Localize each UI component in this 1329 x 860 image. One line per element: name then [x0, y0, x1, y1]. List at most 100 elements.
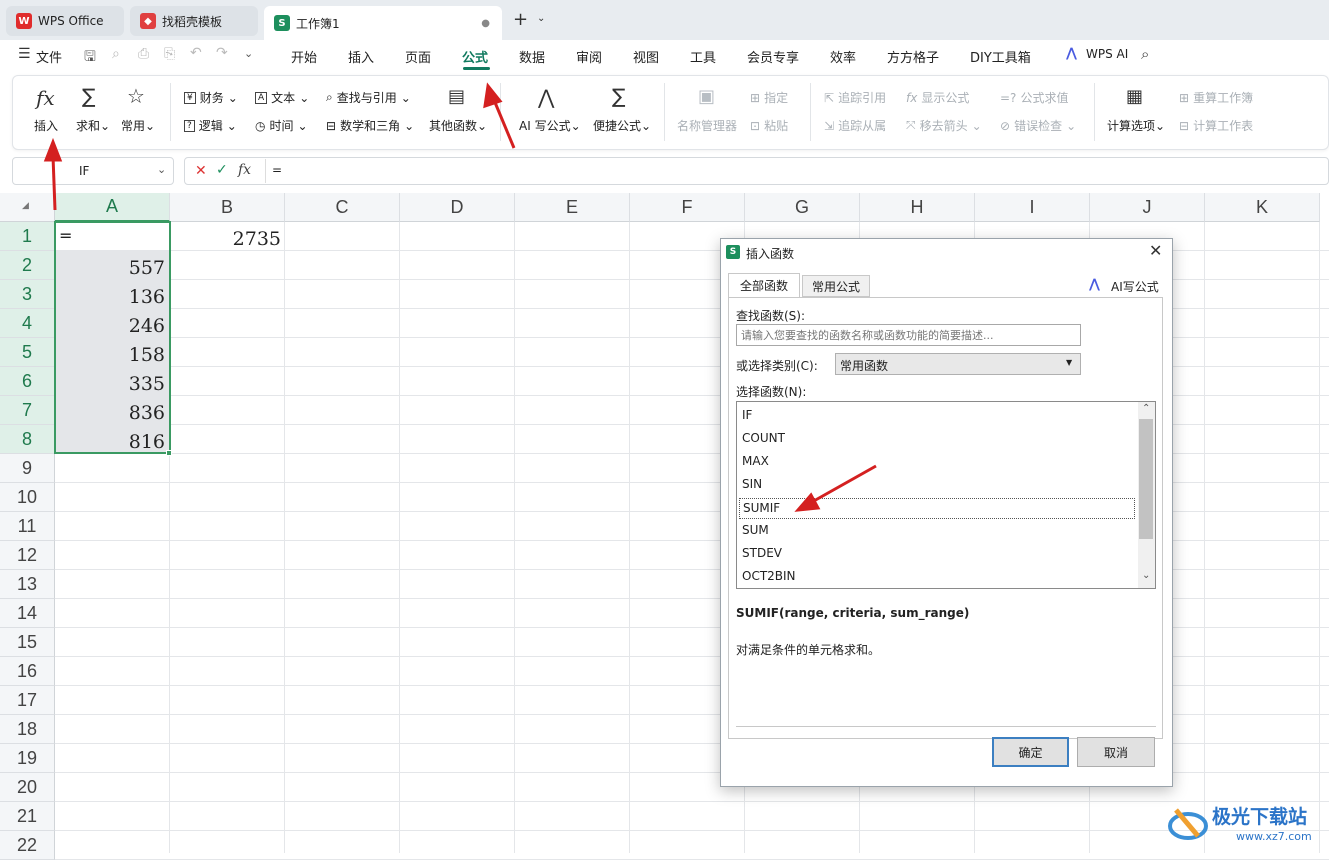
row-header-18[interactable]: 18	[0, 715, 55, 744]
ribbon-show-formula-button[interactable]: fx 显示公式	[906, 89, 969, 106]
row-header-3[interactable]: 3	[0, 280, 55, 309]
formula-content[interactable]: =	[272, 163, 282, 177]
column-header-c[interactable]: C	[285, 193, 400, 222]
menu-data[interactable]: 数据	[519, 47, 545, 66]
ribbon-text-button[interactable]: A 文本 ⌄	[255, 89, 309, 106]
name-box-chevron-icon[interactable]: ⌄	[157, 163, 166, 176]
function-item-sumif[interactable]: SUMIF	[739, 498, 1135, 519]
function-item-sum[interactable]: SUM	[739, 521, 1135, 542]
ribbon-time-button[interactable]: ◷ 时间 ⌄	[255, 117, 308, 134]
cell-a1[interactable]: =	[59, 226, 72, 245]
fx-icon[interactable]: fx	[238, 162, 251, 178]
cell-a6[interactable]: 335	[56, 373, 165, 395]
row-header-19[interactable]: 19	[0, 744, 55, 773]
row-header-11[interactable]: 11	[0, 512, 55, 541]
tab-wps-office[interactable]: W WPS Office	[6, 6, 124, 36]
row-header-2[interactable]: 2	[0, 251, 55, 280]
column-header-f[interactable]: F	[630, 193, 745, 222]
ribbon-assign-button[interactable]: ⊞ 指定	[750, 89, 788, 106]
ribbon-trace-precedents-button[interactable]: ⇱ 追踪引用	[824, 89, 886, 106]
category-select[interactable]: 常用函数 ▼	[835, 353, 1081, 375]
row-header-9[interactable]: 9	[0, 454, 55, 483]
menu-formula[interactable]: 公式	[462, 47, 488, 66]
cancel-x-icon[interactable]: ✕	[195, 163, 207, 179]
calc-options-icon[interactable]: ▦	[1126, 86, 1143, 107]
ribbon-common-label[interactable]: 常用⌄	[121, 117, 155, 134]
star-common-icon[interactable]: ☆	[127, 84, 145, 108]
column-header-i[interactable]: I	[975, 193, 1090, 222]
menu-efficiency[interactable]: 效率	[830, 47, 856, 66]
function-listbox[interactable]: IF COUNT MAX SIN SUMIF SUM STDEV OCT2BIN ⌃ ⌄	[736, 401, 1156, 589]
redo-icon[interactable]: ↷	[216, 45, 228, 61]
menu-file[interactable]: 文件	[36, 47, 62, 66]
row-header-4[interactable]: 4	[0, 309, 55, 338]
menu-home[interactable]: 开始	[291, 47, 317, 66]
column-header-d[interactable]: D	[400, 193, 515, 222]
function-item-max[interactable]: MAX	[739, 452, 1135, 473]
menu-wps-ai[interactable]: WPS AI	[1086, 47, 1128, 61]
ribbon-remove-arrows-button[interactable]: ⤧ 移去箭头 ⌄	[906, 117, 982, 134]
ribbon-sum-label[interactable]: 求和⌄	[76, 117, 110, 134]
print-icon[interactable]: ⎙	[138, 46, 149, 62]
ribbon-logic-button[interactable]: ? 逻辑 ⌄	[184, 117, 237, 134]
name-manager-icon[interactable]: ▣	[698, 86, 715, 107]
row-header-10[interactable]: 10	[0, 483, 55, 512]
column-header-j[interactable]: J	[1090, 193, 1205, 222]
column-header-b[interactable]: B	[170, 193, 285, 222]
function-item-sin[interactable]: SIN	[739, 475, 1135, 496]
insert-function-fx-icon[interactable]: fx	[36, 86, 55, 110]
row-header-16[interactable]: 16	[0, 657, 55, 686]
quick-access-chevron-icon[interactable]: ⌄	[244, 47, 253, 60]
print-preview-icon[interactable]: ⎘	[164, 46, 175, 62]
menu-page[interactable]: 页面	[405, 47, 431, 66]
cell-a4[interactable]: 246	[56, 315, 165, 337]
menu-view[interactable]: 视图	[633, 47, 659, 66]
tab-common-formulas[interactable]: 常用公式	[802, 275, 870, 297]
function-item-count[interactable]: COUNT	[739, 429, 1135, 450]
dialog-close-icon[interactable]: ✕	[1149, 241, 1162, 260]
cell-a8[interactable]: 816	[56, 431, 165, 453]
new-tab-plus-icon[interactable]: +	[513, 9, 528, 30]
confirm-check-icon[interactable]: ✓	[216, 162, 228, 178]
ribbon-insert-label[interactable]: 插入	[34, 117, 58, 134]
ribbon-finance-button[interactable]: ¥ 财务 ⌄	[184, 89, 238, 106]
tab-workbook[interactable]: S 工作簿1 ●	[264, 6, 502, 40]
cancel-button[interactable]: 取消	[1077, 737, 1155, 767]
row-header-1[interactable]: 1	[0, 222, 55, 251]
column-header-a[interactable]: A	[55, 193, 170, 222]
ribbon-calc-options-label[interactable]: 计算选项⌄	[1107, 117, 1165, 134]
ribbon-error-check-button[interactable]: ⊘ 错误检查 ⌄	[1000, 117, 1076, 134]
ribbon-calc-sheet-button[interactable]: ⊟ 计算工作表	[1179, 117, 1253, 134]
sigma-sum-icon[interactable]: ∑	[82, 84, 95, 108]
format-painter-icon[interactable]: ⌕	[112, 46, 120, 62]
function-item-if[interactable]: IF	[739, 406, 1135, 427]
column-header-g[interactable]: G	[745, 193, 860, 222]
ok-button[interactable]: 确定	[992, 737, 1069, 767]
column-header-h[interactable]: H	[860, 193, 975, 222]
ribbon-evaluate-formula-button[interactable]: =? 公式求值	[1000, 89, 1068, 106]
row-header-12[interactable]: 12	[0, 541, 55, 570]
row-header-14[interactable]: 14	[0, 599, 55, 628]
function-item-stdev[interactable]: STDEV	[739, 544, 1135, 565]
row-header-7[interactable]: 7	[0, 396, 55, 425]
scroll-up-icon[interactable]: ⌃	[1142, 403, 1150, 414]
ai-formula-icon[interactable]: ⋀	[538, 85, 554, 109]
cell-a5[interactable]: 158	[56, 344, 165, 366]
ribbon-paste-button[interactable]: ⊡ 粘贴	[750, 117, 788, 134]
menu-insert[interactable]: 插入	[348, 47, 374, 66]
tab-all-functions[interactable]: 全部函数	[728, 273, 800, 297]
ribbon-recalc-workbook-button[interactable]: ⊞ 重算工作簿	[1179, 89, 1253, 106]
undo-icon[interactable]: ↶	[190, 45, 202, 61]
unsaved-dot-icon[interactable]: ●	[481, 18, 490, 29]
row-header-8[interactable]: 8	[0, 425, 55, 454]
row-header-5[interactable]: 5	[0, 338, 55, 367]
row-header-6[interactable]: 6	[0, 367, 55, 396]
ribbon-trace-dependents-button[interactable]: ⇲ 追踪从属	[824, 117, 886, 134]
select-all-corner[interactable]: ◢	[0, 193, 55, 222]
ribbon-ai-formula-label[interactable]: AI 写公式⌄	[519, 117, 581, 134]
column-header-k[interactable]: K	[1205, 193, 1320, 222]
row-header-13[interactable]: 13	[0, 570, 55, 599]
ribbon-name-manager-label[interactable]: 名称管理器	[677, 117, 737, 134]
ribbon-other-label[interactable]: 其他函数⌄	[429, 117, 487, 134]
row-header-20[interactable]: 20	[0, 773, 55, 802]
